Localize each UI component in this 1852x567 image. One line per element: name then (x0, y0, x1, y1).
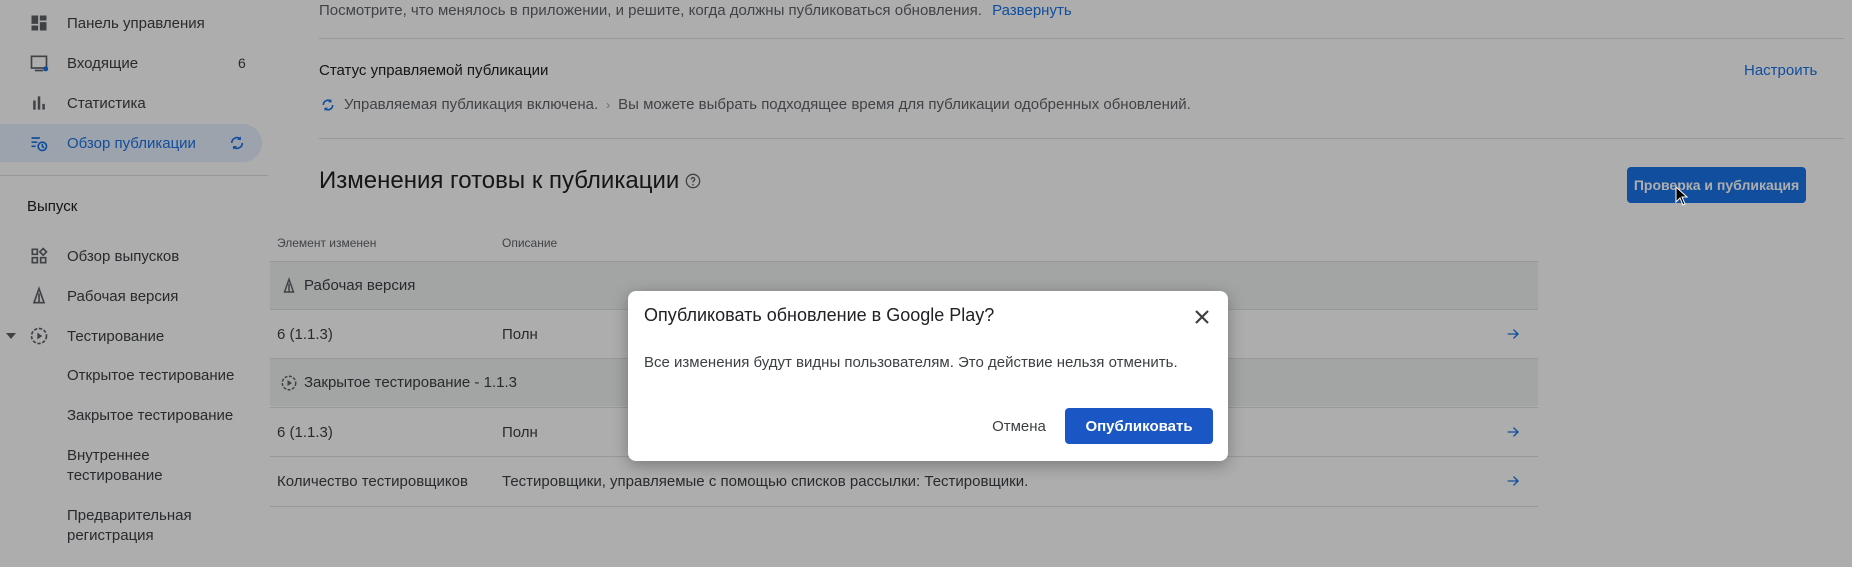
close-icon[interactable] (1190, 305, 1214, 329)
publish-confirm-dialog: Опубликовать обновление в Google Play? В… (628, 291, 1228, 461)
dialog-title: Опубликовать обновление в Google Play? (644, 305, 995, 325)
cancel-button[interactable]: Отмена (984, 408, 1054, 444)
publish-button[interactable]: Опубликовать (1065, 408, 1213, 444)
mouse-cursor-icon (1675, 186, 1689, 206)
dialog-body: Все изменения будут видны пользователям.… (644, 354, 1178, 371)
modal-backdrop[interactable] (0, 0, 1852, 567)
